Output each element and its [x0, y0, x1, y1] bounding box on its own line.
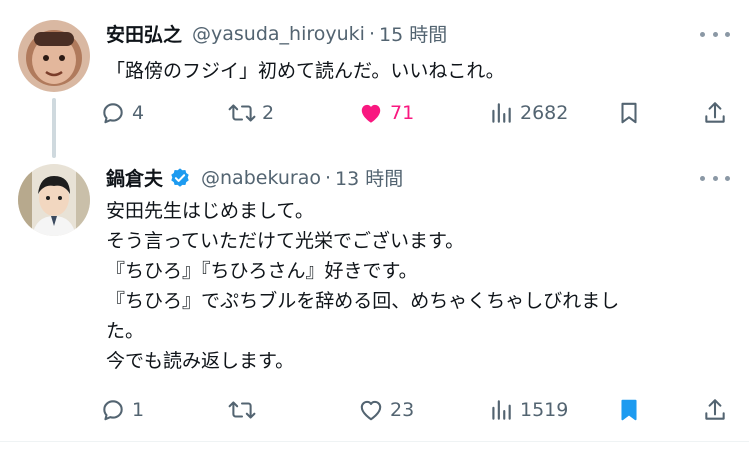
- reply-button[interactable]: 1: [100, 394, 144, 426]
- views-icon: [492, 400, 511, 420]
- share-button[interactable]: [702, 394, 728, 426]
- tweet-header: 鍋倉夫 @nabekurao · 13 時間: [106, 164, 403, 191]
- views-button[interactable]: 1519: [488, 394, 568, 426]
- bottom-divider: [0, 441, 749, 442]
- reply-count: 1: [132, 399, 145, 421]
- author-name[interactable]: 鍋倉夫: [106, 164, 163, 191]
- avatar-image: [18, 164, 90, 236]
- retweet-button[interactable]: [228, 394, 256, 426]
- tweet-actions: 1 23 1519: [100, 394, 740, 426]
- separator-dot: ·: [325, 166, 332, 189]
- tweet-2[interactable]: 鍋倉夫 @nabekurao · 13 時間 安田先生はじめまして。 そう言って…: [0, 0, 749, 441]
- reply-icon: [103, 400, 123, 421]
- timestamp[interactable]: 13 時間: [335, 164, 403, 191]
- more-icon[interactable]: [700, 168, 730, 188]
- like-button[interactable]: 23: [358, 394, 414, 426]
- views-count: 1519: [520, 399, 569, 421]
- verified-badge-icon: [171, 167, 189, 187]
- retweet-icon: [228, 401, 256, 419]
- bookmark-filled-icon: [621, 399, 637, 421]
- share-icon: [705, 399, 725, 420]
- like-icon: [360, 400, 382, 421]
- author-handle[interactable]: @nabekurao: [201, 167, 321, 189]
- tweet-text: 安田先生はじめまして。 そう言っていただけて光栄でございます。 『ちひろ』『ちひ…: [106, 200, 620, 372]
- like-count: 23: [390, 399, 415, 421]
- avatar-nabekurao[interactable]: [18, 164, 90, 236]
- bookmark-button[interactable]: [616, 394, 642, 426]
